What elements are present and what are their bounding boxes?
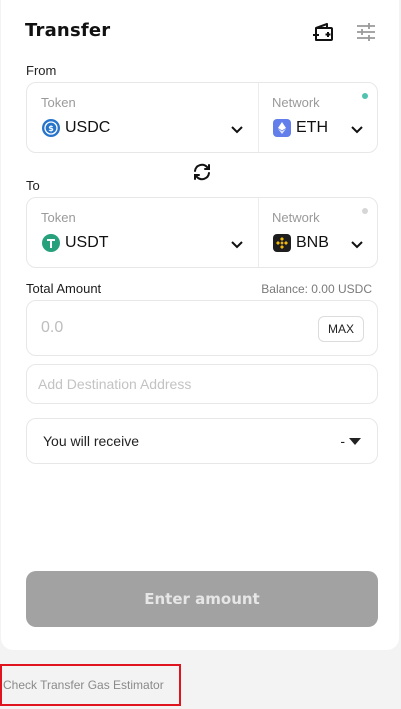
from-network-label: Network	[272, 95, 320, 110]
amount-input[interactable]: 0.0	[41, 319, 63, 337]
to-token-select[interactable]: USDT	[42, 234, 109, 252]
amount-header: Total Amount Balance: 0.00 USDC	[26, 281, 372, 296]
chevron-down-icon[interactable]	[229, 121, 245, 137]
max-button[interactable]: MAX	[318, 316, 364, 342]
page-title: Transfer	[25, 20, 111, 41]
usdc-icon: $	[42, 119, 60, 137]
to-network-label: Network	[272, 210, 320, 225]
total-amount-label: Total Amount	[26, 281, 102, 296]
amount-field[interactable]: 0.0 MAX	[26, 300, 378, 356]
balance-text: Balance: 0.00 USDC	[261, 282, 372, 296]
from-network-value: ETH	[296, 119, 328, 136]
chevron-down-icon[interactable]	[349, 121, 365, 137]
transfer-card: Transfer From Token $ USDC Network ETH T…	[1, 0, 399, 650]
from-token-select[interactable]: $ USDC	[42, 119, 110, 137]
destination-placeholder: Add Destination Address	[38, 376, 192, 392]
from-network-select[interactable]: ETH	[273, 119, 328, 137]
swap-arrows-icon[interactable]	[190, 160, 214, 184]
to-label: To	[26, 178, 40, 193]
wallet-add-icon[interactable]	[312, 20, 336, 44]
bnb-icon	[273, 234, 291, 252]
settings-sliders-icon[interactable]	[354, 20, 378, 44]
to-selector: Token USDT Network BNB	[26, 197, 378, 268]
receive-label: You will receive	[43, 433, 139, 449]
receive-value: -	[340, 433, 345, 449]
to-token-value: USDT	[65, 234, 109, 251]
chevron-down-icon[interactable]	[229, 236, 245, 252]
ethereum-icon	[273, 119, 291, 137]
status-dot	[362, 93, 368, 99]
gas-estimator-link[interactable]: Check Transfer Gas Estimator	[0, 664, 181, 706]
from-token-label: Token	[41, 95, 76, 110]
enter-amount-button[interactable]: Enter amount	[26, 571, 378, 627]
receive-dropdown[interactable]: You will receive -	[26, 418, 378, 464]
to-network-select[interactable]: BNB	[273, 234, 329, 252]
from-token-value: USDC	[65, 119, 111, 136]
chevron-down-icon[interactable]	[349, 236, 365, 252]
from-selector: Token $ USDC Network ETH	[26, 82, 378, 153]
usdt-icon	[42, 234, 60, 252]
status-dot	[362, 208, 368, 214]
destination-address-input[interactable]: Add Destination Address	[26, 364, 378, 404]
from-label: From	[26, 63, 57, 78]
to-network-value: BNB	[296, 234, 329, 251]
caret-down-icon[interactable]	[349, 438, 361, 445]
to-token-label: Token	[41, 210, 76, 225]
svg-text:$: $	[48, 124, 54, 133]
